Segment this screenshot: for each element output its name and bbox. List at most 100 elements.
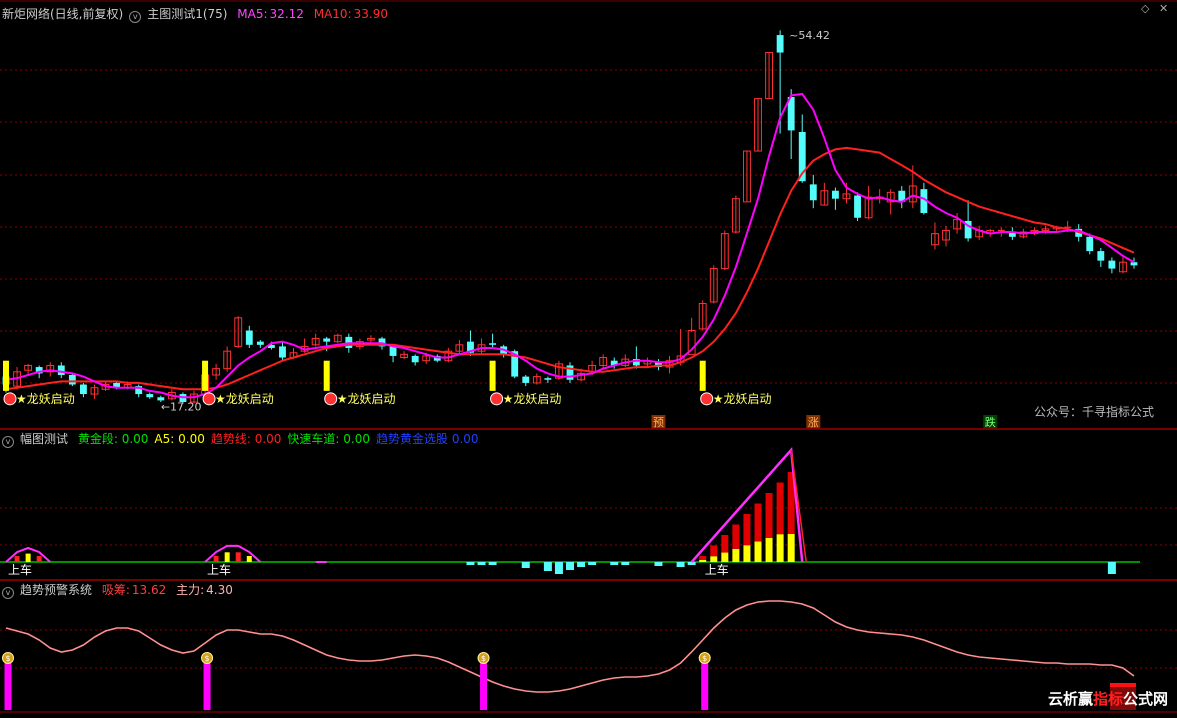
signal-annotation: ★龙妖启动	[215, 392, 274, 406]
sub-hist-bar	[246, 556, 252, 562]
candle-body	[279, 346, 286, 358]
close-icon[interactable]: ✕	[1159, 2, 1168, 15]
warning-line	[5, 600, 1135, 693]
candle-body	[68, 374, 76, 385]
candle-body	[256, 341, 264, 345]
sub-hist-bar	[765, 493, 773, 538]
candle-body	[1086, 236, 1094, 252]
sub-hist-bar	[224, 552, 230, 562]
sub-hist-bar	[213, 556, 219, 562]
sub-curve	[204, 544, 262, 563]
sub-hist-bar	[235, 552, 241, 562]
sub-hist-bar	[566, 562, 574, 570]
signal-ball-icon	[3, 392, 17, 406]
warning-bar	[203, 660, 211, 710]
sub-hist-bar	[466, 562, 475, 565]
money-bag-glyph: $	[205, 654, 210, 663]
sub-hist-bar	[610, 562, 619, 565]
signal-bar	[202, 360, 209, 391]
logo-part-a: 云析赢	[1047, 690, 1093, 708]
indicator-name[interactable]: 主图测试1(75)	[147, 7, 227, 21]
ma10-readout: MA10: 33.90	[314, 7, 388, 21]
sub-hist-bar	[776, 482, 784, 535]
signal-annotation: ★龙妖启动	[337, 392, 396, 406]
zhuli-readout: 主力: 4.30	[176, 583, 233, 597]
candle-body	[57, 365, 65, 375]
sub-indicator-name[interactable]: 幅图测试	[20, 432, 68, 446]
low-price-label: ←17.20	[161, 401, 202, 414]
candle-body	[776, 35, 784, 53]
sub-hist-bar	[25, 553, 31, 562]
ma5-value: 32.12	[269, 7, 304, 21]
sub-hist-bar	[721, 535, 729, 553]
sub-value-4: 趋势黄金选股 0.00	[376, 432, 479, 446]
sub-value-2: 趋势线: 0.00	[210, 432, 282, 446]
sub-hist-bar	[588, 562, 597, 565]
sub-hist-bar	[36, 556, 42, 562]
watermark: 公众号：千寻指标公式	[1034, 405, 1155, 419]
candle-body	[831, 190, 839, 199]
zhuli-value: 4.30	[206, 583, 233, 597]
logo-part-c: 公式网	[1122, 690, 1168, 708]
signal-ball-icon	[324, 392, 338, 406]
sub-hist-bar	[654, 562, 663, 566]
sub-hist-bar	[543, 562, 552, 571]
signal-annotation: ★龙妖启动	[16, 392, 75, 406]
sub-hist-bar	[14, 556, 20, 562]
warning-indicator-name[interactable]: 趋势预警系统	[20, 583, 92, 597]
signal-annotation: ★龙妖启动	[503, 392, 562, 406]
sub-hist-bar	[687, 562, 696, 565]
candle-body	[1108, 260, 1116, 269]
main-panel-header: 新炬网络(日线,前复权) v 主图测试1(75) MA5: 32.12 MA10: 33…	[2, 6, 394, 23]
high-price-label: ~54.42	[789, 29, 830, 42]
stock-title: 新炬网络(日线,前复权)	[2, 7, 124, 21]
ma10-label: MA10:	[313, 7, 352, 21]
chevron-down-icon[interactable]: v	[129, 11, 142, 23]
sub-hist-bar	[676, 562, 685, 567]
sub-hist-bar	[521, 562, 530, 568]
ma10-line	[5, 146, 1135, 391]
signal-bar	[489, 360, 496, 391]
xichou-label: 吸筹:	[101, 583, 130, 597]
sub-hist-bar	[554, 562, 563, 574]
signal-bar	[323, 360, 330, 391]
chevron-down-icon[interactable]: v	[2, 587, 14, 599]
logo-part-b: 指标	[1092, 690, 1123, 708]
ma5-label: MA5:	[237, 7, 268, 21]
zhuli-label: 主力:	[176, 583, 205, 597]
sub-hist-bar	[621, 562, 630, 565]
sub-hist-bar	[477, 562, 486, 565]
ma10-value: 33.90	[353, 7, 388, 21]
candle-body	[1130, 262, 1138, 266]
candle-body	[146, 394, 154, 398]
signal-bar	[3, 360, 9, 391]
sub-hist-bar	[488, 562, 497, 565]
warning-panel-header: v 趋势预警系统 吸筹: 13.62 主力: 4.30	[2, 582, 239, 599]
signal-bar	[699, 360, 706, 391]
money-bag-glyph: $	[481, 654, 486, 663]
sub-hist-bar	[699, 556, 707, 560]
sub-hist-bar	[1107, 562, 1116, 574]
signal-annotation: ★龙妖启动	[713, 392, 772, 406]
sub-hist-bar	[787, 534, 795, 562]
candle-body	[389, 346, 397, 356]
sub-panel-header: v 幅图测试 黄金段: 0.00 A5: 0.00 趋势线: 0.00 快速车道: 0.…	[2, 431, 491, 448]
shangche-label: 上车	[8, 562, 32, 577]
sub-hist-bar	[710, 556, 718, 562]
xichou-value: 13.62	[131, 583, 167, 597]
sub-hist-bar	[732, 524, 740, 549]
candle-body	[245, 330, 253, 345]
candle-body	[544, 378, 552, 380]
sub-hist-bar	[699, 559, 707, 562]
sub-hist-bar	[743, 545, 751, 562]
site-logo: 云析赢指标公式网	[1044, 687, 1171, 710]
chevron-down-icon[interactable]: v	[2, 436, 14, 448]
shangche-label: 上车	[207, 562, 231, 577]
sub-hist-bar	[710, 545, 718, 557]
sub-indicator-values: 黄金段: 0.00 A5: 0.00 趋势线: 0.00 快速车道: 0.00 趋势黄金…	[78, 432, 485, 446]
candle-body	[323, 338, 331, 342]
sub-hist-bar	[743, 514, 751, 546]
ma5-line	[5, 92, 1135, 399]
diamond-icon[interactable]: ◇	[1141, 2, 1149, 15]
sub-value-1: A5: 0.00	[154, 432, 205, 446]
